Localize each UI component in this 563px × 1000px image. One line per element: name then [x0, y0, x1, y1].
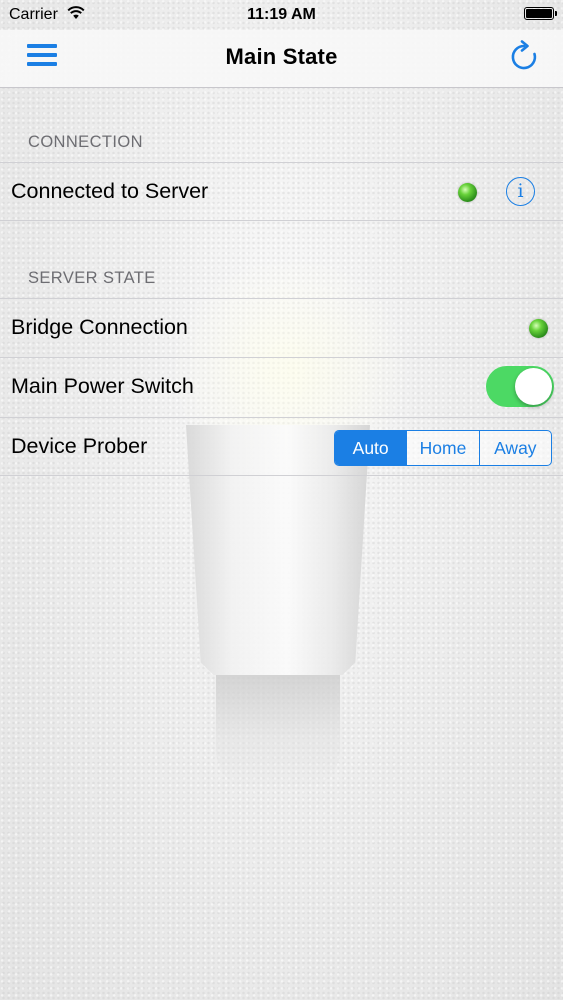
section-header-server-state: SERVER STATE	[28, 269, 156, 287]
row-main-power-switch: Main Power Switch	[0, 357, 563, 416]
section-header-connection: CONNECTION	[28, 133, 143, 151]
segment-auto[interactable]: Auto	[335, 431, 407, 465]
status-bar: Carrier 11:19 AM	[0, 0, 563, 30]
power-toggle-switch[interactable]	[486, 366, 554, 407]
navigation-bar: Main State	[0, 30, 563, 88]
lightbulb-base-image	[216, 675, 340, 790]
battery-icon	[524, 7, 557, 20]
segment-home[interactable]: Home	[406, 431, 478, 465]
row-label: Device Prober	[11, 434, 148, 458]
segment-away[interactable]: Away	[478, 431, 551, 465]
row-connected-to-server: Connected to Server i	[0, 162, 563, 221]
status-led-icon	[529, 319, 548, 338]
row-label: Connected to Server	[11, 179, 209, 203]
toggle-knob	[515, 368, 552, 405]
device-prober-segmented-control: Auto Home Away	[334, 430, 552, 466]
row-device-prober: Device Prober Auto Home Away	[0, 417, 563, 476]
row-label: Bridge Connection	[11, 315, 188, 339]
status-led-icon	[458, 183, 477, 202]
clock: 11:19 AM	[247, 6, 316, 23]
info-icon[interactable]: i	[506, 177, 535, 206]
row-bridge-connection: Bridge Connection	[0, 298, 563, 357]
row-label: Main Power Switch	[11, 374, 194, 398]
page-title: Main State	[225, 44, 338, 69]
refresh-icon[interactable]	[508, 40, 540, 74]
